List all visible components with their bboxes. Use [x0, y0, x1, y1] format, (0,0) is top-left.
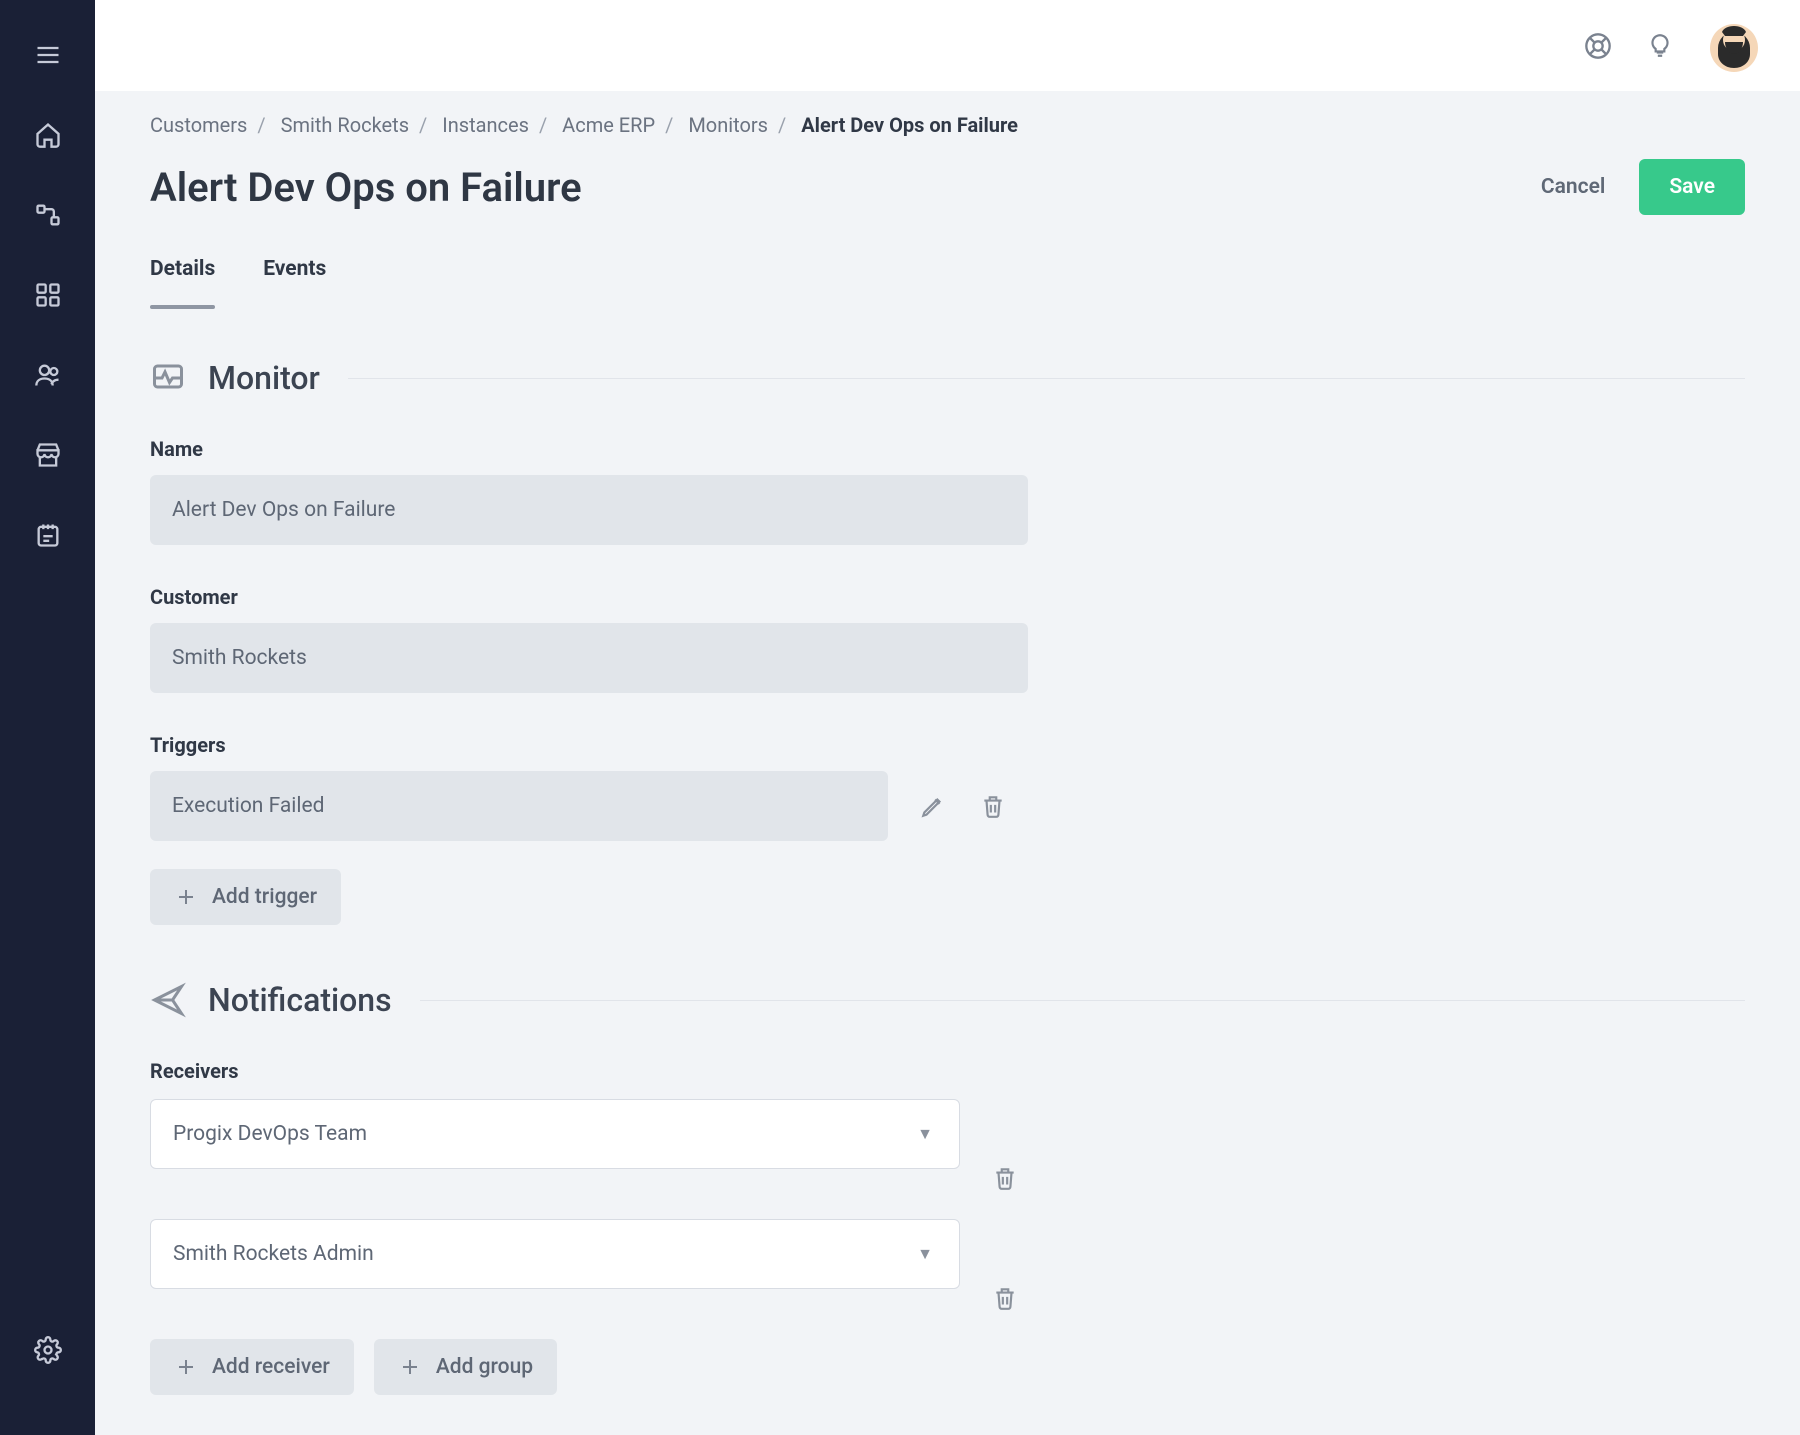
breadcrumb-link[interactable]: Instances — [442, 113, 529, 137]
chevron-down-icon: ▼ — [917, 1124, 933, 1144]
delete-receiver-button[interactable] — [990, 1283, 1020, 1313]
notes-icon — [34, 521, 62, 549]
send-icon — [150, 982, 186, 1018]
field-label: Triggers — [150, 733, 1028, 757]
avatar-icon — [1708, 18, 1760, 74]
sidebar-item-home[interactable] — [27, 114, 69, 156]
flow-icon — [34, 201, 62, 229]
cancel-button[interactable]: Cancel — [1541, 175, 1605, 199]
monitor-icon — [150, 360, 186, 396]
receiver-value: Progix DevOps Team — [173, 1122, 367, 1146]
section-rule — [348, 378, 1745, 379]
breadcrumb-link[interactable]: Monitors — [688, 113, 768, 137]
add-receiver-button[interactable]: Add receiver — [150, 1339, 354, 1395]
add-group-label: Add group — [436, 1355, 533, 1379]
receivers-label: Receivers — [150, 1059, 1745, 1083]
field-label: Customer — [150, 585, 1028, 609]
tab-details[interactable]: Details — [150, 257, 215, 307]
chevron-down-icon: ▼ — [917, 1244, 933, 1264]
sidebar-menu-toggle[interactable] — [27, 34, 69, 76]
edit-trigger-button[interactable] — [918, 791, 948, 821]
users-icon — [34, 361, 62, 389]
plus-icon — [174, 885, 198, 909]
page-actions: Cancel Save — [1541, 159, 1745, 215]
field-customer: Customer Smith Rockets — [150, 585, 1028, 693]
breadcrumb-link[interactable]: Customers — [150, 113, 247, 137]
sidebar-item-integrations[interactable] — [27, 194, 69, 236]
page-title: Alert Dev Ops on Failure — [150, 164, 582, 211]
section-title: Notifications — [208, 981, 392, 1019]
main: Customers/ Smith Rockets/ Instances/ Acm… — [95, 0, 1800, 1435]
receiver-value: Smith Rockets Admin — [173, 1242, 374, 1266]
receiver-select[interactable]: Progix DevOps Team ▼ — [150, 1099, 960, 1169]
add-receiver-label: Add receiver — [212, 1355, 330, 1379]
pencil-icon — [920, 793, 946, 819]
breadcrumb-link[interactable]: Acme ERP — [562, 113, 655, 137]
user-avatar[interactable] — [1708, 18, 1760, 74]
plus-icon — [174, 1355, 198, 1379]
receiver-row: Progix DevOps Team ▼ — [150, 1099, 1170, 1169]
plus-icon — [398, 1355, 422, 1379]
add-trigger-button[interactable]: Add trigger — [150, 869, 341, 925]
trash-icon — [992, 1165, 1018, 1191]
sidebar-item-marketplace[interactable] — [27, 434, 69, 476]
page-content: Customers/ Smith Rockets/ Instances/ Acm… — [95, 91, 1800, 1435]
add-trigger-label: Add trigger — [212, 885, 317, 909]
sidebar-item-components[interactable] — [27, 274, 69, 316]
lifebuoy-icon — [1584, 32, 1612, 60]
lightbulb-icon — [1647, 33, 1673, 59]
topbar — [95, 0, 1800, 91]
tabs: Details Events — [150, 257, 1745, 309]
sidebar-item-logs[interactable] — [27, 514, 69, 556]
section-header-notifications: Notifications — [150, 981, 1745, 1019]
grid-icon — [34, 281, 62, 309]
sidebar-item-settings[interactable] — [27, 1329, 69, 1371]
receiver-buttons: Add receiver Add group — [150, 1339, 1745, 1395]
gear-icon — [34, 1336, 62, 1364]
customer-input[interactable]: Smith Rockets — [150, 623, 1028, 693]
home-icon — [34, 121, 62, 149]
breadcrumb-current: Alert Dev Ops on Failure — [801, 113, 1018, 137]
section-title: Monitor — [208, 359, 320, 397]
delete-receiver-button[interactable] — [990, 1163, 1020, 1193]
trigger-input[interactable]: Execution Failed — [150, 771, 888, 841]
delete-trigger-button[interactable] — [978, 791, 1008, 821]
sidebar — [0, 0, 95, 1435]
field-name: Name Alert Dev Ops on Failure — [150, 437, 1028, 545]
add-group-button[interactable]: Add group — [374, 1339, 557, 1395]
hamburger-icon — [34, 41, 62, 69]
hints-button[interactable] — [1646, 32, 1674, 60]
breadcrumb: Customers/ Smith Rockets/ Instances/ Acm… — [150, 113, 1745, 137]
save-button[interactable]: Save — [1639, 159, 1745, 215]
receiver-row: Smith Rockets Admin ▼ — [150, 1219, 1170, 1289]
breadcrumb-link[interactable]: Smith Rockets — [281, 113, 409, 137]
receiver-select[interactable]: Smith Rockets Admin ▼ — [150, 1219, 960, 1289]
name-input[interactable]: Alert Dev Ops on Failure — [150, 475, 1028, 545]
trash-icon — [992, 1285, 1018, 1311]
support-button[interactable] — [1584, 32, 1612, 60]
sidebar-item-customers[interactable] — [27, 354, 69, 396]
tab-events[interactable]: Events — [263, 257, 326, 307]
section-rule — [420, 1000, 1745, 1001]
section-header-monitor: Monitor — [150, 359, 1745, 397]
field-label: Name — [150, 437, 1028, 461]
store-icon — [34, 441, 62, 469]
trash-icon — [980, 793, 1006, 819]
field-triggers: Triggers Execution Failed — [150, 733, 1028, 841]
title-row: Alert Dev Ops on Failure Cancel Save — [150, 159, 1745, 215]
